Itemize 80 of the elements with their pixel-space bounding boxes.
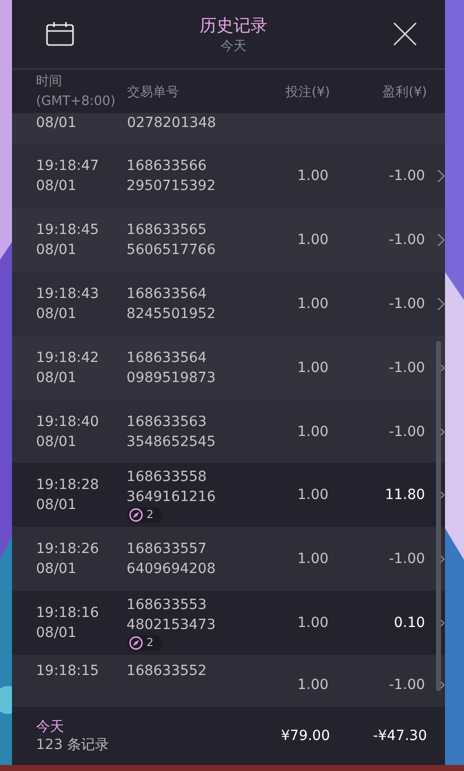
order-number: 0989519873 (126, 368, 217, 388)
date-text: 08/01 (36, 241, 78, 260)
order-number: 168633564 (126, 348, 208, 368)
order-number: 168633558 (126, 468, 208, 488)
compass-icon (128, 508, 143, 522)
bet-amount: 1.00 (296, 550, 329, 570)
bet-amount: 1.00 (296, 358, 329, 378)
order-number: 0278201348 (127, 114, 218, 133)
bet-amount: 1.00 (296, 231, 329, 250)
close-icon[interactable] (393, 22, 417, 46)
date-text: 08/01 (36, 560, 78, 580)
time-text: 19:18:28 (36, 476, 100, 496)
record-row[interactable]: 08/01 0278201348 (12, 113, 445, 144)
profit-amount: -1.00 (388, 231, 426, 250)
date-text: 08/01 (36, 432, 78, 452)
time-text: 19:18:42 (36, 348, 100, 368)
order-number: 5606517766 (126, 241, 217, 260)
badge-count: 2 (146, 636, 154, 650)
record-row[interactable]: 19:18:42 08/01 168633564 0989519873 1.00 -1.00 (12, 336, 445, 400)
date-text: 08/01 (36, 114, 78, 133)
chevron-icon (437, 296, 445, 311)
date-text: 08/01 (36, 368, 78, 388)
time-text: 19:18:26 (36, 540, 100, 560)
compass-icon (128, 636, 143, 650)
order-number: 168633552 (126, 662, 208, 681)
calendar-icon[interactable] (46, 22, 74, 46)
profit-total: -¥47.30 (372, 728, 427, 744)
chevron-icon (437, 169, 445, 184)
badge-count: 2 (146, 508, 154, 522)
time-text: 19:18:16 (36, 604, 100, 623)
order-number: 8245501952 (126, 304, 217, 324)
time-text: 19:18:47 (36, 157, 100, 176)
date-text: 08/01 (36, 496, 78, 516)
profit-amount: 11.80 (384, 486, 426, 506)
time-text: 19:18:15 (36, 662, 100, 681)
column-header: 盈利(¥) (382, 84, 427, 100)
date-text: 08/01 (36, 177, 78, 196)
time-text: 19:18:45 (36, 221, 100, 240)
order-number: 6409694208 (126, 560, 217, 580)
profit-amount: -1.00 (388, 550, 426, 570)
order-number: 168633563 (126, 412, 208, 432)
record-row[interactable]: 19:18:28 08/01 168633558 3649161216 2 1.00 11.80 (12, 463, 445, 528)
date-text: 08/01 (36, 624, 78, 643)
profit-amount: -1.00 (388, 676, 426, 695)
bet-amount: 1.00 (296, 676, 329, 695)
bet-amount: 1.00 (296, 422, 329, 442)
order-number: 168633564 (126, 284, 208, 304)
record-count: 123 条记录 (36, 736, 110, 754)
order-number: 3548652545 (126, 432, 217, 452)
bet-amount: 1.00 (296, 167, 329, 186)
order-number: 168633557 (126, 540, 208, 560)
order-number: 168633565 (126, 221, 208, 240)
order-number: 168633553 (126, 596, 208, 615)
column-header: 交易单号 (127, 84, 180, 100)
column-header: 投注(¥) (284, 84, 330, 100)
date-text: 08/01 (36, 304, 78, 324)
profit-amount: -1.00 (388, 167, 426, 186)
profit-amount: -1.00 (388, 294, 426, 314)
profit-amount: -1.00 (388, 358, 426, 378)
time-text: 19:18:43 (36, 284, 100, 304)
window-title: 历史记录 (200, 14, 268, 36)
record-row[interactable]: 19:18:45 08/01 168633565 5606517766 1.00 -1.00 (12, 208, 445, 272)
bet-amount: 1.00 (296, 294, 329, 314)
bet-total: ¥79.00 (280, 728, 330, 744)
time-text: 19:18:40 (36, 412, 100, 432)
footer-period: 今天 (36, 718, 65, 736)
scrollbar[interactable] (436, 341, 441, 691)
record-row[interactable]: 19:18:16 08/01 168633553 4802153473 2 1.00 0.10 (12, 591, 445, 655)
order-number: 2950715392 (126, 177, 217, 196)
order-number: 4802153473 (126, 616, 217, 635)
profit-amount: 0.10 (392, 614, 426, 633)
period-subtitle: 今天 (220, 38, 246, 54)
order-number: 3649161216 (126, 488, 217, 508)
column-header: (GMT+8:00) (36, 92, 116, 110)
order-number: 168633566 (126, 157, 208, 176)
bet-amount: 1.00 (296, 486, 329, 506)
bet-amount: 1.00 (296, 614, 329, 633)
profit-amount: -1.00 (388, 422, 426, 442)
chevron-icon (437, 233, 445, 248)
column-header: 时间 (36, 72, 63, 90)
